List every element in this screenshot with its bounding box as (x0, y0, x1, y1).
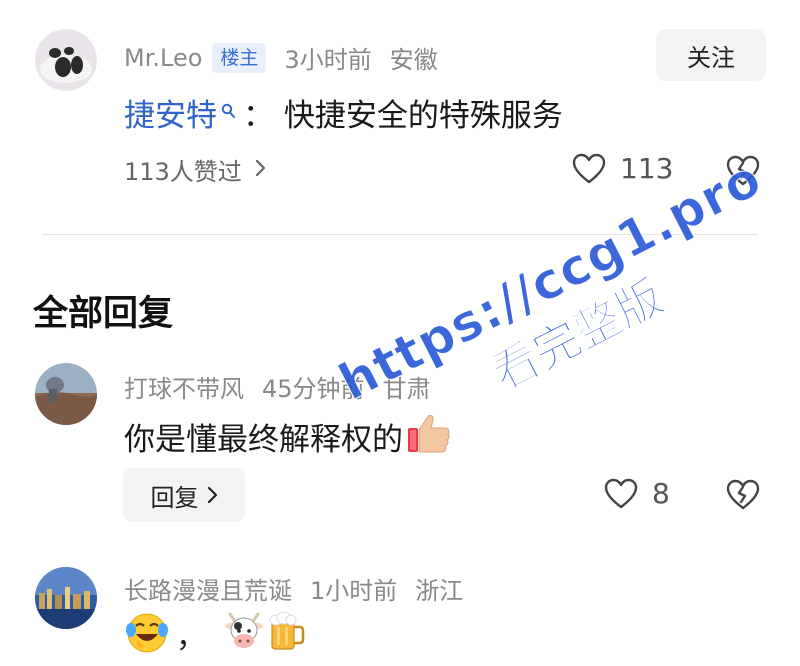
cow-emoji-icon (224, 612, 264, 656)
post-location: 安徽 (389, 46, 438, 74)
dislike-broken-heart-icon[interactable] (726, 479, 760, 515)
post-time: 3小时前 (284, 46, 372, 74)
heart-icon (572, 153, 606, 183)
comma-text: ， (176, 620, 206, 655)
liked-by-link[interactable]: 113人赞过 (124, 152, 266, 187)
dislike-broken-heart-icon[interactable] (726, 155, 760, 191)
post-like-button[interactable]: 113 (572, 152, 673, 185)
reply-text: 你是懂最终解释权的 (124, 421, 403, 458)
post-content: 捷安特 ： 快捷安全的特殊服务 (124, 90, 563, 135)
chevron-right-icon (254, 156, 266, 184)
author-avatar[interactable] (35, 29, 97, 91)
reply-avatar[interactable] (35, 567, 97, 629)
op-badge: 楼主 (212, 42, 267, 73)
author-name[interactable]: Mr.Leo (124, 44, 202, 72)
follow-button[interactable]: 关注 (656, 29, 766, 81)
reply-button-label: 回复 (150, 483, 199, 512)
post-content-text: ： 快捷安全的特殊服务 (243, 98, 563, 134)
topic-link[interactable]: 捷安特 (124, 90, 217, 135)
reply-content: 你是懂最终解释权的 (124, 410, 453, 462)
chevron-right-icon (207, 486, 218, 504)
post-meta: Mr.Leo 楼主 3小时前 安徽 (124, 40, 438, 75)
reply-avatar[interactable] (35, 363, 97, 425)
thumbs-up-icon (405, 410, 453, 462)
reply-button[interactable]: 回复 (123, 468, 245, 522)
laughing-crying-emoji-icon (124, 610, 170, 658)
divider (42, 234, 758, 235)
reply-location: 甘肃 (382, 375, 431, 403)
liked-by-text: 113人赞过 (124, 158, 242, 186)
beer-mug-emoji-icon (266, 611, 306, 657)
original-post: Mr.Leo 楼主 3小时前 安徽 关注 捷安特 ： 快捷安全的特殊服务 113… (0, 0, 800, 236)
post-like-count: 113 (620, 152, 674, 185)
reply-author-name[interactable]: 打球不带风 (124, 369, 244, 404)
reply-emoji-content: ， (124, 610, 306, 658)
reply-time: 1小时前 (310, 577, 398, 605)
reply-like-button[interactable]: 8 (604, 477, 670, 510)
search-icon[interactable] (221, 95, 237, 118)
heart-icon (604, 478, 638, 508)
section-title: 全部回复 (33, 294, 174, 334)
reply-meta: 打球不带风 45分钟前 甘肃 (124, 369, 431, 404)
reply-author-name[interactable]: 长路漫漫且荒诞 (124, 571, 292, 606)
reply-like-count: 8 (652, 477, 670, 510)
reply-time: 45分钟前 (262, 375, 365, 403)
reply-location: 浙江 (415, 577, 464, 605)
reply-meta: 长路漫漫且荒诞 1小时前 浙江 (124, 571, 463, 606)
